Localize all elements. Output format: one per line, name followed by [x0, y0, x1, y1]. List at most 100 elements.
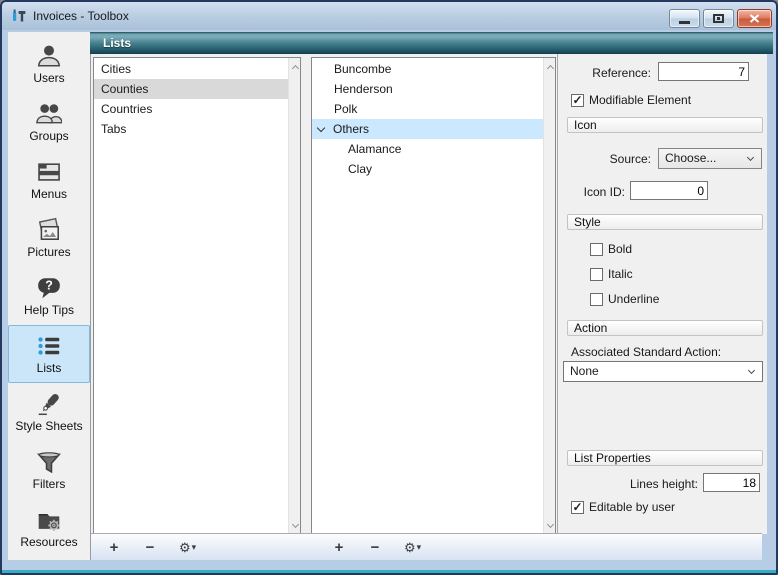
- tree-item[interactable]: Polk: [312, 99, 543, 119]
- tree-item[interactable]: Henderson: [312, 79, 543, 99]
- editable-by-user-checkbox[interactable]: ✓: [571, 501, 584, 514]
- titlebar[interactable]: Invoices - Toolbox: [2, 2, 776, 30]
- icon-id-label: Icon ID:: [558, 184, 625, 200]
- resources-icon: [36, 507, 62, 533]
- sidebar-item-pictures[interactable]: Pictures: [8, 209, 90, 267]
- remove-button[interactable]: −: [368, 534, 382, 561]
- editable-by-user-label: Editable by user: [589, 500, 675, 514]
- action-section-header: Action: [567, 320, 763, 336]
- sidebar-label: Lists: [37, 361, 62, 375]
- section-header: Lists: [90, 32, 773, 54]
- sidebar: Users Groups Menus: [8, 32, 90, 560]
- chevron-down-icon: [748, 367, 755, 374]
- master-list-toolbar: + − ⚙▾: [107, 534, 196, 561]
- scrollbar[interactable]: [543, 58, 555, 534]
- caret-down-icon: ▾: [192, 542, 197, 552]
- icon-section-header: Icon: [567, 117, 763, 133]
- scrollbar[interactable]: [288, 58, 300, 534]
- sidebar-item-users[interactable]: Users: [8, 35, 90, 93]
- add-button[interactable]: +: [332, 534, 346, 561]
- sidebar-item-resources[interactable]: Resources: [8, 499, 90, 557]
- remove-button[interactable]: −: [143, 534, 157, 561]
- minimize-icon: [679, 21, 690, 24]
- sidebar-item-filters[interactable]: Filters: [8, 441, 90, 499]
- menus-icon: [36, 159, 62, 185]
- sidebar-item-lists[interactable]: Lists: [8, 325, 90, 383]
- help-tips-icon: ?: [36, 275, 62, 301]
- sidebar-item-style-sheets[interactable]: Style Sheets: [8, 383, 90, 441]
- window-bottom-accent: [2, 570, 776, 573]
- lists-master-listbox: Cities Counties Countries Tabs: [93, 57, 301, 535]
- associated-action-label: Associated Standard Action:: [571, 344, 761, 360]
- reference-input[interactable]: [658, 62, 749, 81]
- style-sheets-icon: [36, 391, 62, 417]
- source-select-value: Choose...: [665, 151, 716, 165]
- list-item[interactable]: Cities: [94, 59, 288, 79]
- scroll-down-arrow[interactable]: [289, 518, 301, 532]
- reference-label: Reference:: [558, 65, 651, 81]
- add-button[interactable]: +: [107, 534, 121, 561]
- italic-checkbox[interactable]: [590, 268, 603, 281]
- sidebar-label: Style Sheets: [15, 419, 82, 433]
- list-item[interactable]: Tabs: [94, 119, 288, 139]
- list-item-selected[interactable]: Counties: [94, 79, 288, 99]
- modifiable-element-checkbox[interactable]: ✓: [571, 94, 584, 107]
- tree-item-selected[interactable]: Others: [312, 119, 543, 139]
- maximize-icon: [713, 14, 724, 23]
- work-area: Cities Counties Countries Tabs Buncombe …: [90, 54, 762, 560]
- tree-item-child[interactable]: Alamance: [312, 139, 543, 159]
- check-icon: ✓: [572, 502, 582, 513]
- tree-item[interactable]: Buncombe: [312, 59, 543, 79]
- lines-height-label: Lines height:: [558, 476, 698, 492]
- minimize-button[interactable]: [669, 9, 700, 28]
- chevron-down-icon: [747, 154, 754, 161]
- source-label: Source:: [558, 151, 651, 167]
- gear-icon: ⚙: [179, 540, 191, 555]
- list-item[interactable]: Countries: [94, 99, 288, 119]
- groups-icon: [36, 101, 62, 127]
- bold-label: Bold: [608, 242, 632, 256]
- section-title: Lists: [90, 32, 773, 54]
- associated-action-select[interactable]: None: [563, 361, 763, 382]
- svg-text:?: ?: [45, 279, 53, 293]
- gear-icon: ⚙: [404, 540, 416, 555]
- sidebar-label: Help Tips: [24, 303, 74, 317]
- check-icon: ✓: [572, 95, 582, 106]
- sidebar-item-help-tips[interactable]: ? Help Tips: [8, 267, 90, 325]
- close-button[interactable]: [737, 9, 772, 28]
- lines-height-input[interactable]: [703, 473, 760, 492]
- close-icon: [749, 14, 760, 23]
- tree-item-child[interactable]: Clay: [312, 159, 543, 179]
- associated-action-value: None: [570, 364, 599, 378]
- sidebar-item-groups[interactable]: Groups: [8, 93, 90, 151]
- users-icon: [36, 43, 62, 69]
- chevron-down-icon[interactable]: [317, 123, 325, 131]
- gear-menu-button[interactable]: ⚙▾: [179, 534, 196, 561]
- tree-item-label: Others: [333, 119, 369, 139]
- sidebar-label: Users: [33, 71, 64, 85]
- underline-checkbox[interactable]: [590, 293, 603, 306]
- footer-toolbar: + − ⚙▾ + − ⚙▾: [91, 533, 762, 560]
- scroll-up-arrow[interactable]: [289, 60, 301, 74]
- gear-menu-button[interactable]: ⚙▾: [404, 534, 421, 561]
- underline-label: Underline: [608, 292, 659, 306]
- sidebar-item-menus[interactable]: Menus: [8, 151, 90, 209]
- scroll-up-arrow[interactable]: [544, 60, 556, 74]
- filters-icon: [36, 449, 62, 475]
- sidebar-label: Filters: [33, 477, 66, 491]
- caret-down-icon: ▾: [417, 542, 422, 552]
- icon-id-input[interactable]: [630, 181, 708, 200]
- detail-list-toolbar: + − ⚙▾: [332, 534, 421, 561]
- lists-icon: [36, 333, 62, 359]
- sidebar-label: Menus: [31, 187, 67, 201]
- pictures-icon: [36, 217, 62, 243]
- properties-panel: Reference: ✓ Modifiable Element Icon Sou…: [558, 54, 767, 534]
- list-properties-section-header: List Properties: [567, 450, 763, 466]
- scroll-down-arrow[interactable]: [544, 518, 556, 532]
- maximize-button[interactable]: [703, 9, 734, 28]
- sidebar-label: Pictures: [27, 245, 70, 259]
- bold-checkbox[interactable]: [590, 243, 603, 256]
- sidebar-label: Groups: [29, 129, 68, 143]
- source-select[interactable]: Choose...: [658, 148, 762, 169]
- toolbox-window: Invoices - Toolbox Users: [0, 0, 778, 575]
